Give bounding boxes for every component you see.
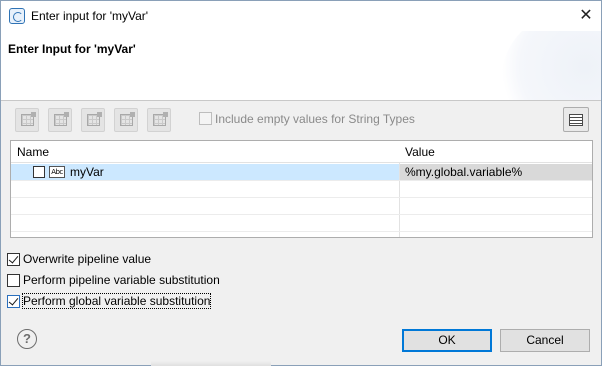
header-banner: Enter Input for 'myVar' xyxy=(1,31,601,101)
name-cell[interactable]: Abc myVar xyxy=(11,164,399,180)
ok-button[interactable]: OK xyxy=(402,329,492,352)
cancel-button[interactable]: Cancel xyxy=(500,329,590,352)
delete-row-button[interactable] xyxy=(81,108,105,132)
banner-title: Enter Input for 'myVar' xyxy=(8,42,136,56)
include-empty-checkbox[interactable] xyxy=(199,112,212,125)
include-empty-label: Include empty values for String Types xyxy=(215,112,415,126)
close-button[interactable]: ✕ xyxy=(575,5,597,27)
enter-input-dialog: Enter input for 'myVar' ✕ Enter Input fo… xyxy=(0,0,602,366)
column-header-value[interactable]: Value xyxy=(405,145,435,159)
help-button[interactable]: ? xyxy=(17,329,37,349)
row-value: %my.global.variable% xyxy=(405,165,523,179)
empty-row xyxy=(11,215,592,232)
table-view-button[interactable] xyxy=(563,107,589,132)
string-type-icon: Abc xyxy=(49,166,65,178)
title-bar: Enter input for 'myVar' ✕ xyxy=(1,1,601,31)
table-view-icon xyxy=(569,114,583,126)
global-substitution-label: Perform global variable substitution xyxy=(21,293,212,309)
banner-decoration xyxy=(501,31,601,100)
pipeline-substitution-label: Perform pipeline variable substitution xyxy=(23,273,220,287)
pipeline-substitution-checkbox[interactable] xyxy=(7,274,20,287)
app-icon xyxy=(9,8,25,24)
overwrite-label: Overwrite pipeline value xyxy=(23,252,152,266)
value-cell[interactable]: %my.global.variable% xyxy=(400,164,592,180)
background-bleed xyxy=(151,361,271,366)
table-row[interactable]: Abc myVar %my.global.variable% xyxy=(11,164,592,181)
add-row-icon xyxy=(21,112,36,126)
row-name: myVar xyxy=(70,165,104,179)
empty-row xyxy=(11,181,592,198)
add-row-button[interactable] xyxy=(15,108,39,132)
insert-row-icon xyxy=(54,112,69,126)
table-toolbar: Include empty values for String Types xyxy=(9,107,593,133)
window-title: Enter input for 'myVar' xyxy=(31,9,149,23)
row-checkbox[interactable] xyxy=(33,166,45,178)
insert-row-button[interactable] xyxy=(48,108,72,132)
global-substitution-checkbox[interactable] xyxy=(7,295,20,308)
column-header-name[interactable]: Name xyxy=(17,145,49,159)
clear-table-button[interactable] xyxy=(147,108,171,132)
input-table: Name Value Abc myVar %my.global.variable… xyxy=(10,140,593,238)
overwrite-checkbox[interactable] xyxy=(7,253,20,266)
delete-column-icon xyxy=(120,112,135,126)
table-header: Name Value xyxy=(11,141,592,163)
delete-row-icon xyxy=(87,112,102,126)
clear-table-icon xyxy=(153,112,168,126)
empty-row xyxy=(11,198,592,215)
delete-column-button[interactable] xyxy=(114,108,138,132)
